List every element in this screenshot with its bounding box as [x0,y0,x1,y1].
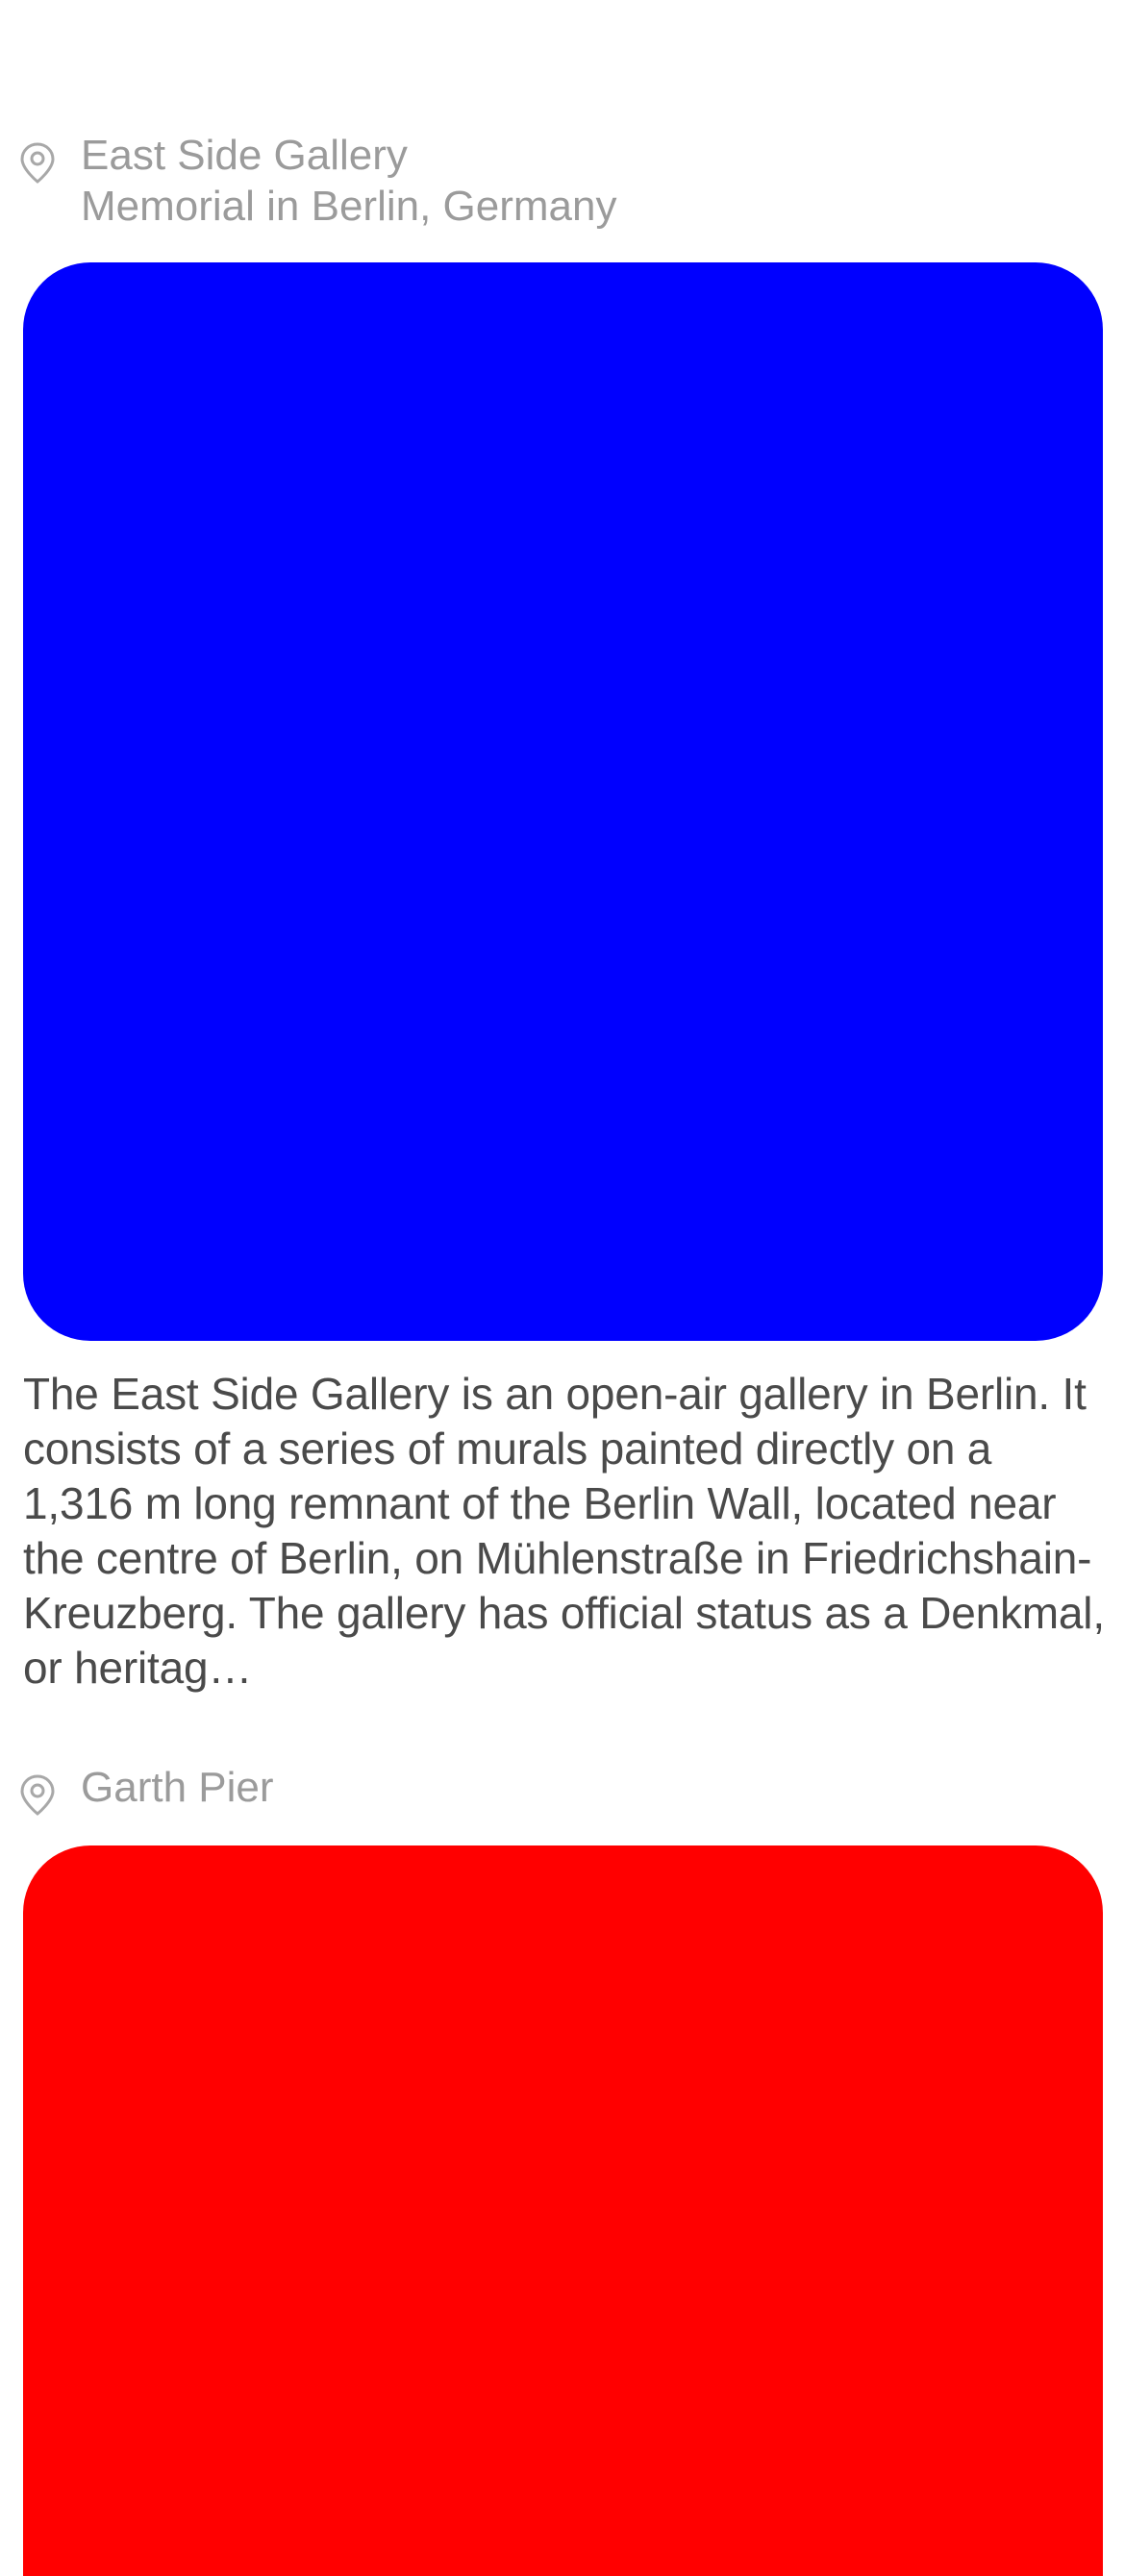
location-pin-icon [19,1774,56,1817]
place-title: Garth Pier [81,1764,274,1811]
place-image[interactable] [23,262,1103,1341]
place-image[interactable] [23,1845,1103,2576]
place-title: East Side Gallery [81,132,408,179]
place-description[interactable]: The East Side Gallery is an open-air gal… [23,1367,1110,1696]
place-subtitle: Memorial in Berlin, Germany [81,183,617,230]
location-pin-icon [19,142,56,185]
